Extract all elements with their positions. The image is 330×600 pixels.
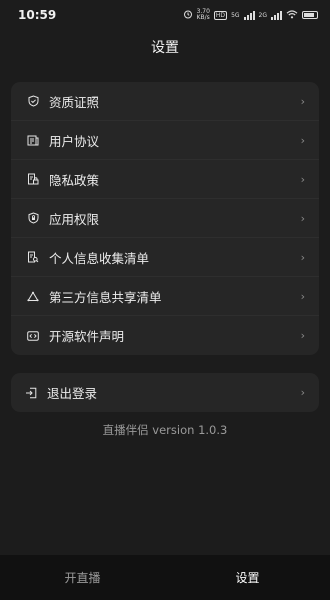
net-2g-label: 2G xyxy=(258,11,267,19)
menu-item-label: 隐私政策 xyxy=(49,172,100,188)
chevron-right-icon: › xyxy=(300,329,305,342)
document-search-icon xyxy=(27,251,39,263)
net-speed: 3.70 KB/s xyxy=(197,9,210,21)
menu-item-open-source[interactable]: 开源软件声明 › xyxy=(11,316,319,355)
chevron-right-icon: › xyxy=(300,133,305,147)
menu-item-label: 第三方信息共享清单 xyxy=(49,289,162,305)
wifi-icon xyxy=(286,10,298,21)
battery-icon xyxy=(302,11,318,19)
chevron-right-icon: › xyxy=(300,211,305,225)
chevron-right-icon: › xyxy=(300,94,305,108)
status-icons: 3.70 KB/s HD 5G 2G xyxy=(183,9,318,21)
menu-item-label: 用户协议 xyxy=(49,133,100,149)
tab-go-live[interactable]: 开直播 xyxy=(0,555,165,600)
logout-label: 退出登录 xyxy=(47,386,98,401)
chevron-right-icon: › xyxy=(300,386,305,399)
logout-button[interactable]: 退出登录 › xyxy=(11,373,319,412)
net-5g-label: 5G xyxy=(231,11,240,19)
alarm-icon xyxy=(183,9,193,21)
signal-icon-1 xyxy=(243,10,255,20)
bottom-tab-bar: 开直播 设置 xyxy=(0,555,330,600)
menu-item-label: 个人信息收集清单 xyxy=(49,250,150,266)
status-bar: 10:59 3.70 KB/s HD 5G 2G xyxy=(0,0,330,30)
settings-menu-card: 资质证照 › 用户协议 › 隐私政策 › 应用权限 › 个人信息收集清单 › 第… xyxy=(11,82,319,355)
shield-check-icon xyxy=(27,95,39,107)
tab-label: 设置 xyxy=(235,571,260,585)
menu-item-third-party-sharing[interactable]: 第三方信息共享清单 › xyxy=(11,277,319,316)
tab-label: 开直播 xyxy=(64,571,101,585)
menu-item-personal-info-list[interactable]: 个人信息收集清单 › xyxy=(11,238,319,277)
document-lock-icon xyxy=(27,173,39,185)
menu-item-label: 应用权限 xyxy=(49,211,100,227)
version-text: 直播伴侣 version 1.0.3 xyxy=(102,423,228,437)
logout-icon xyxy=(25,387,37,399)
chevron-right-icon: › xyxy=(300,289,305,303)
menu-item-label: 开源软件声明 xyxy=(49,329,125,344)
page-title: 设置 xyxy=(151,40,179,56)
chevron-right-icon: › xyxy=(300,250,305,264)
menu-item-user-agreement[interactable]: 用户协议 › xyxy=(11,121,319,160)
menu-item-label: 资质证照 xyxy=(49,94,100,110)
share-triangle-icon xyxy=(27,290,39,302)
net-speed-unit: KB/s xyxy=(196,14,210,21)
tab-settings[interactable]: 设置 xyxy=(165,555,330,600)
menu-item-privacy-policy[interactable]: 隐私政策 › xyxy=(11,160,319,199)
menu-item-app-permissions[interactable]: 应用权限 › xyxy=(11,199,319,238)
shield-lock-icon xyxy=(27,212,39,224)
logout-card: 退出登录 › xyxy=(11,373,319,412)
chevron-right-icon: › xyxy=(300,172,305,186)
menu-item-qualifications[interactable]: 资质证照 › xyxy=(11,82,319,121)
document-list-icon xyxy=(27,134,39,146)
status-time: 10:59 xyxy=(18,8,57,22)
hd-badge: HD xyxy=(213,10,228,20)
code-box-icon xyxy=(27,330,39,342)
signal-icon-2 xyxy=(271,10,282,20)
